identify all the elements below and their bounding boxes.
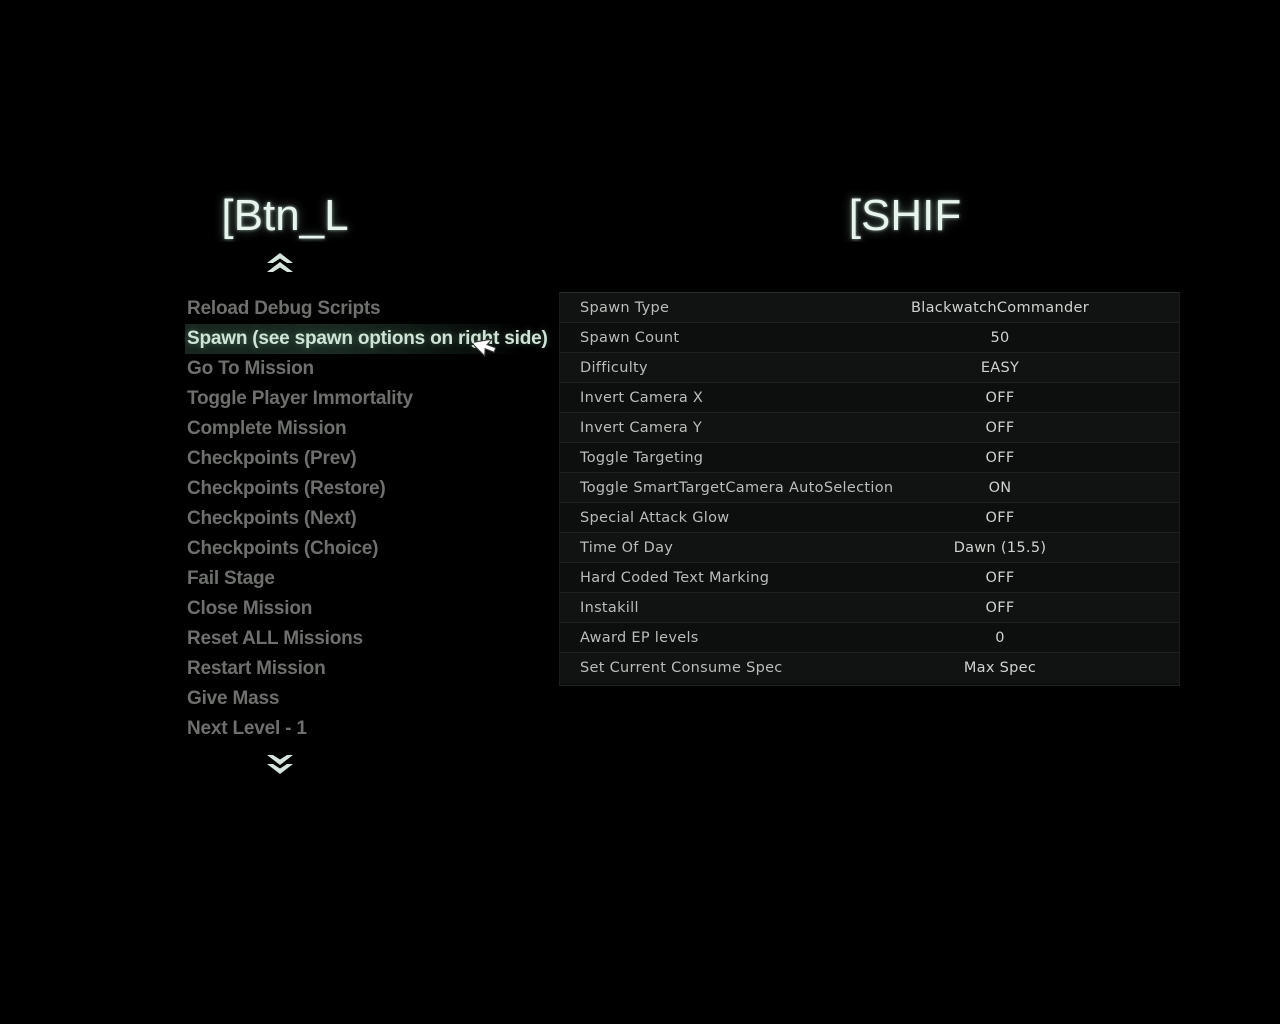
right-panel: [SHIF Spawn Type BlackwatchCommander Spawn…	[559, 190, 1240, 810]
menu-item[interactable]: Spawn (see spawn options on right side)	[185, 324, 548, 354]
option-label: Time Of Day	[580, 539, 674, 556]
option-label: Difficulty	[580, 359, 648, 376]
menu-item[interactable]: Checkpoints (Choice)	[185, 534, 521, 564]
option-label: Spawn Count	[580, 329, 680, 346]
double-chevron-down-icon	[267, 755, 293, 774]
option-row[interactable]: Award EP levels 0	[560, 623, 1179, 653]
option-value: OFF	[985, 509, 1015, 526]
option-value: OFF	[985, 449, 1015, 466]
option-row[interactable]: Time Of Day Dawn (15.5)	[560, 533, 1179, 563]
option-value: OFF	[985, 419, 1015, 436]
menu-item[interactable]: Reset ALL Missions	[185, 624, 521, 654]
option-value: Dawn (15.5)	[953, 539, 1047, 556]
scroll-up-indicator[interactable]	[0, 252, 560, 278]
option-label: Spawn Type	[580, 299, 670, 316]
option-row[interactable]: Toggle SmartTargetCamera AutoSelection ON	[560, 473, 1179, 503]
menu-item[interactable]: Toggle Player Immortality	[185, 384, 521, 414]
double-chevron-up-icon	[267, 253, 293, 272]
menu-item[interactable]: Checkpoints (Next)	[185, 504, 521, 534]
option-label: Toggle Targeting	[580, 449, 704, 466]
menu-item[interactable]: Reload Debug Scripts	[185, 294, 521, 324]
option-value: EASY	[980, 359, 1020, 376]
menu-item[interactable]: Checkpoints (Restore)	[185, 474, 521, 504]
option-value: BlackwatchCommander	[911, 299, 1089, 316]
option-label: Invert Camera Y	[580, 419, 703, 436]
option-row[interactable]: Toggle Targeting OFF	[560, 443, 1179, 473]
option-label: Special Attack Glow	[580, 509, 730, 526]
option-row[interactable]: Set Current Consume Spec Max Spec	[560, 653, 1179, 683]
right-panel-header: [SHIF	[848, 191, 962, 240]
left-panel-header: [Btn_L	[221, 191, 349, 240]
menu-item[interactable]: Go To Mission	[185, 354, 521, 384]
menu-item[interactable]: Fail Stage	[185, 564, 521, 594]
spawn-options-table: Spawn Type BlackwatchCommander Spawn Count…	[559, 292, 1180, 686]
option-row[interactable]: Difficulty EASY	[560, 353, 1179, 383]
menu-item[interactable]: Restart Mission	[185, 654, 521, 684]
menu-item[interactable]: Next Level - 1	[185, 714, 521, 744]
option-row[interactable]: Special Attack Glow OFF	[560, 503, 1179, 533]
option-value: OFF	[985, 569, 1015, 586]
game-debug-menu-screen: [Btn_L Reload Debug Scripts Spawn (see sp…	[0, 0, 1280, 1024]
menu-item[interactable]: Checkpoints (Prev)	[185, 444, 521, 474]
debug-menu-list: Reload Debug Scripts Spawn (see spawn opt…	[0, 294, 560, 744]
option-value: OFF	[985, 599, 1015, 616]
option-value: OFF	[985, 389, 1015, 406]
option-label: Set Current Consume Spec	[580, 660, 783, 676]
option-row[interactable]: Spawn Type BlackwatchCommander	[560, 293, 1179, 323]
option-label: Hard Coded Text Marking	[580, 569, 770, 586]
option-row[interactable]: Invert Camera Y OFF	[560, 413, 1179, 443]
left-panel: [Btn_L Reload Debug Scripts Spawn (see sp…	[0, 190, 560, 810]
option-row[interactable]: Hard Coded Text Marking OFF	[560, 563, 1179, 593]
option-label: Invert Camera X	[580, 389, 704, 406]
option-row[interactable]: Instakill OFF	[560, 593, 1179, 623]
option-row[interactable]: Spawn Count 50	[560, 323, 1179, 353]
option-label: Toggle SmartTargetCamera AutoSelection	[580, 479, 894, 496]
option-value: 50	[990, 329, 1010, 346]
option-value: Max Spec	[963, 660, 1037, 676]
menu-item[interactable]: Give Mass	[185, 684, 521, 714]
menu-item[interactable]: Close Mission	[185, 594, 521, 624]
option-row[interactable]: Invert Camera X OFF	[560, 383, 1179, 413]
option-label: Award EP levels	[580, 629, 699, 646]
option-label: Instakill	[580, 599, 639, 616]
option-value: ON	[988, 479, 1012, 496]
menu-item[interactable]: Complete Mission	[185, 414, 521, 444]
option-value: 0	[995, 629, 1005, 646]
scroll-down-indicator[interactable]	[0, 754, 560, 784]
